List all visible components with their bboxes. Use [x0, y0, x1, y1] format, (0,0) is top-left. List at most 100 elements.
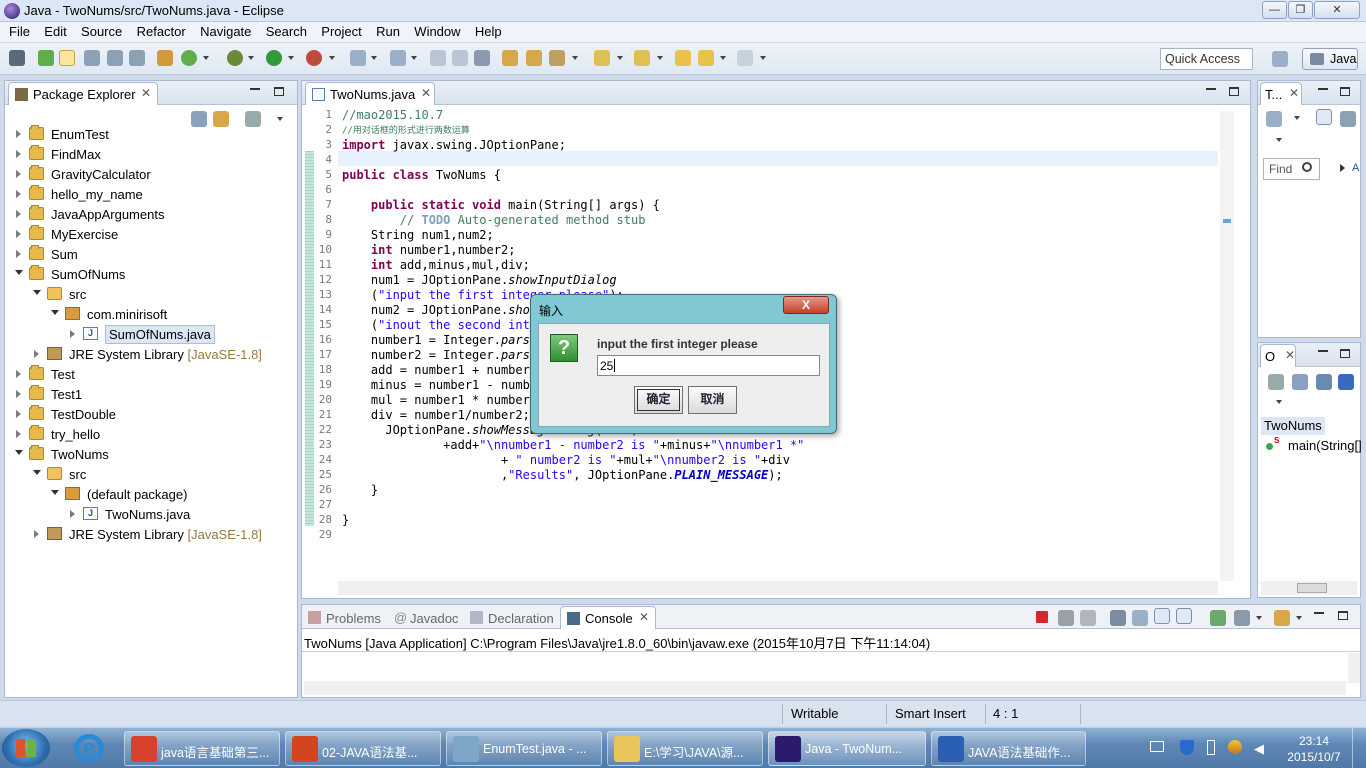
save-icon[interactable]	[430, 50, 446, 66]
tree-item-project[interactable]: Test1	[5, 385, 295, 405]
remove-all-terminated-icon[interactable]	[1080, 610, 1096, 626]
dialog-close-button[interactable]: X	[783, 296, 829, 314]
maximize-icon[interactable]	[1229, 87, 1239, 96]
expanded-arrow-icon[interactable]	[15, 270, 23, 275]
cancel-button[interactable]: 取消	[688, 386, 737, 414]
chevron-down-icon[interactable]	[203, 56, 209, 60]
expanded-arrow-icon[interactable]	[33, 290, 41, 295]
tab-declaration[interactable]: Declaration	[488, 611, 554, 626]
tab-task-list[interactable]: T... ✕	[1260, 82, 1302, 105]
chevron-down-icon[interactable]	[329, 56, 335, 60]
collapsed-arrow-icon[interactable]	[16, 390, 21, 398]
remove-launch-icon[interactable]	[1058, 610, 1074, 626]
new-package-icon[interactable]	[157, 50, 173, 66]
open-perspective-icon[interactable]	[1272, 51, 1288, 67]
console-vertical-scrollbar[interactable]	[1348, 653, 1360, 683]
tab-twonums-java[interactable]: TwoNums.java ✕	[305, 82, 435, 105]
tree-item-library[interactable]: JRE System Library [JavaSE-1.8]	[5, 525, 295, 545]
collapsed-arrow-icon[interactable]	[16, 410, 21, 418]
tab-outline[interactable]: O ✕	[1260, 344, 1296, 367]
tree-item-src[interactable]: src	[5, 285, 295, 305]
new-class-icon[interactable]	[181, 50, 197, 66]
collapsed-arrow-icon[interactable]	[16, 370, 21, 378]
new-task-icon[interactable]	[1266, 111, 1282, 127]
tree-item-project[interactable]: EnumTest	[5, 125, 295, 145]
chevron-down-icon[interactable]	[371, 56, 377, 60]
tree-item-package[interactable]: (default package)	[5, 485, 295, 505]
close-icon[interactable]: ✕	[1285, 348, 1295, 362]
external-tools-icon[interactable]	[306, 50, 322, 66]
tab-javadoc[interactable]: Javadoc	[410, 611, 458, 626]
maximize-icon[interactable]	[274, 87, 284, 96]
search-icon[interactable]	[549, 50, 565, 66]
tree-item-project[interactable]: JavaAppArguments	[5, 205, 295, 225]
menu-refactor[interactable]: Refactor	[137, 22, 186, 39]
minimize-icon[interactable]	[1318, 349, 1328, 352]
minimize-button[interactable]: —	[1262, 1, 1287, 19]
print-icon[interactable]	[474, 50, 490, 66]
chevron-down-icon[interactable]	[248, 56, 254, 60]
chevron-down-icon[interactable]	[1296, 616, 1302, 620]
show-on-stderr-icon[interactable]	[1176, 608, 1192, 624]
java-perspective-button[interactable]: Java	[1302, 48, 1358, 70]
pin-icon[interactable]	[9, 50, 25, 66]
categorized-icon[interactable]	[1316, 109, 1332, 125]
new-file-icon[interactable]	[390, 50, 406, 66]
clear-console-icon[interactable]	[1110, 610, 1126, 626]
taskbar-button[interactable]: EnumTest.java - ...	[446, 731, 602, 766]
tray-clock[interactable]: 23:14 2015/10/7	[1282, 733, 1346, 765]
collapse-all-icon[interactable]	[1292, 374, 1308, 390]
expanded-arrow-icon[interactable]	[15, 450, 23, 455]
maximize-icon[interactable]	[1338, 611, 1348, 620]
collapsed-arrow-icon[interactable]	[16, 190, 21, 198]
menu-navigate[interactable]: Navigate	[200, 22, 251, 39]
open-folder-icon[interactable]	[526, 50, 542, 66]
maximize-icon[interactable]	[1340, 349, 1350, 358]
menu-project[interactable]: Project	[321, 22, 361, 39]
menu-window[interactable]: Window	[414, 22, 460, 39]
chevron-down-icon[interactable]	[1276, 138, 1282, 142]
expanded-arrow-icon[interactable]	[51, 310, 59, 315]
taskbar-button[interactable]: Java - TwoNum...	[768, 731, 926, 766]
network-icon[interactable]	[1228, 740, 1242, 754]
tab-package-explorer[interactable]: Package Explorer ✕	[8, 82, 158, 105]
sort-icon[interactable]	[1316, 374, 1332, 390]
collapsed-arrow-icon[interactable]	[16, 170, 21, 178]
menu-search[interactable]: Search	[266, 22, 307, 39]
collapsed-arrow-icon[interactable]	[34, 350, 39, 358]
volume-icon[interactable]: ◀	[1254, 741, 1268, 756]
collapsed-arrow-icon[interactable]	[16, 130, 21, 138]
chevron-down-icon[interactable]	[572, 56, 578, 60]
occurrence-marker[interactable]	[1223, 219, 1231, 223]
minimize-icon[interactable]	[1206, 87, 1216, 90]
restore-button[interactable]: ❐	[1288, 1, 1313, 19]
toggle-block-selection-icon[interactable]	[84, 50, 100, 66]
taskbar-button[interactable]: JAVA语法基础作...	[931, 731, 1086, 766]
tab-problems[interactable]: Problems	[326, 611, 381, 626]
menu-file[interactable]: File	[9, 22, 30, 39]
tree-item-java[interactable]: J SumOfNums.java	[5, 325, 295, 345]
chevron-down-icon[interactable]	[657, 56, 663, 60]
collapsed-arrow-icon[interactable]	[16, 430, 21, 438]
editor-horizontal-scrollbar[interactable]	[338, 581, 1218, 595]
show-whitespace-icon[interactable]	[129, 50, 145, 66]
menu-source[interactable]: Source	[81, 22, 122, 39]
close-icon[interactable]: ✕	[1289, 86, 1299, 100]
previous-annotation-icon[interactable]	[634, 50, 650, 66]
expanded-arrow-icon[interactable]	[51, 490, 59, 495]
terminate-icon[interactable]	[1036, 611, 1048, 623]
ok-button[interactable]: 确定	[634, 386, 683, 414]
integer-input[interactable]: 25	[597, 355, 820, 376]
tree-item-java[interactable]: J TwoNums.java	[5, 505, 295, 525]
chevron-down-icon[interactable]	[277, 117, 283, 121]
tree-item-project[interactable]: Sum	[5, 245, 295, 265]
forward-icon[interactable]	[737, 50, 753, 66]
tree-item-project[interactable]: FindMax	[5, 145, 295, 165]
minimize-icon[interactable]	[1318, 87, 1328, 90]
new-java-project-icon[interactable]	[38, 50, 54, 66]
chevron-down-icon[interactable]	[617, 56, 623, 60]
tree-item-project[interactable]: hello_my_name	[5, 185, 295, 205]
taskbar-button[interactable]: 02-JAVA语法基...	[285, 731, 441, 766]
close-button[interactable]: ✕	[1314, 1, 1360, 19]
collapsed-arrow-icon[interactable]	[70, 510, 75, 518]
